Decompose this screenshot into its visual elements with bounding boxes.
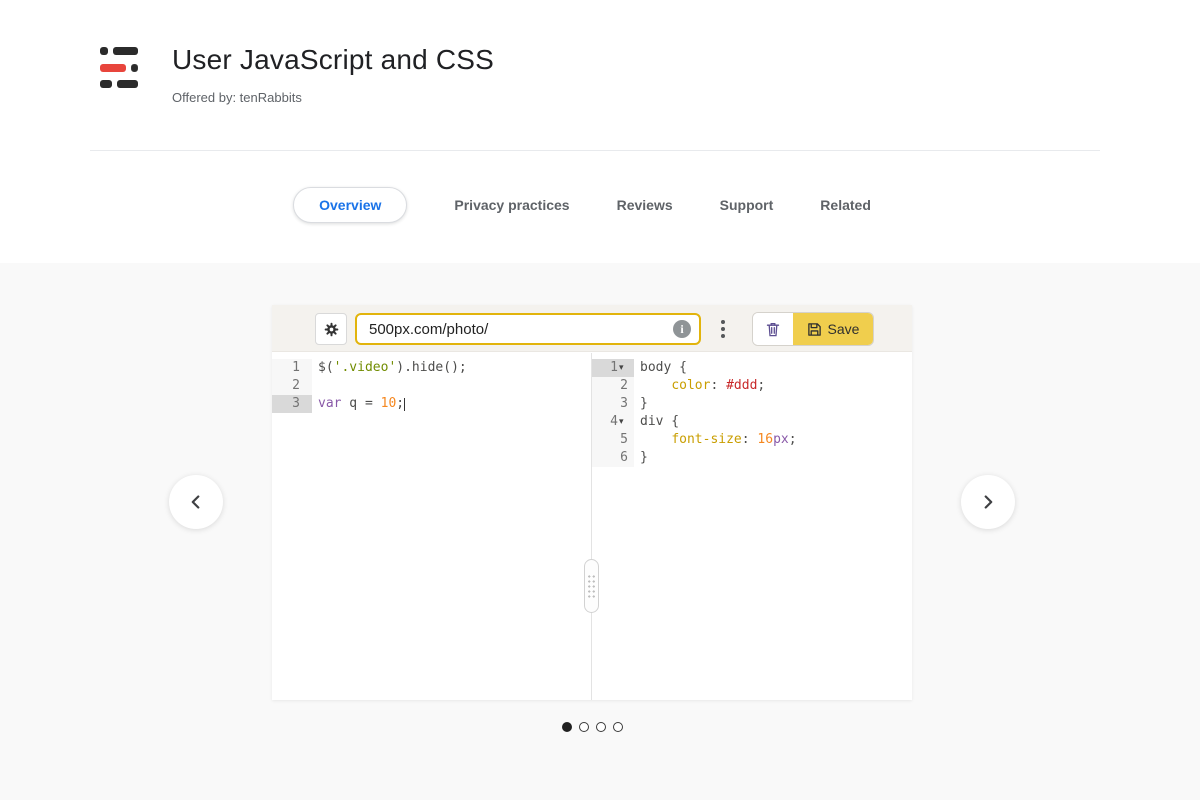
code-text: color: #ddd;	[671, 378, 766, 393]
line-number: 4 ▾	[592, 413, 634, 431]
code-line: 3}	[592, 395, 912, 413]
line-number: 1	[272, 359, 312, 377]
code-editors: 1 $('.video').hide(); 2 3 var q = 10; 1 ▾ body…	[272, 353, 912, 700]
tab-related[interactable]: Related	[820, 197, 871, 213]
code-text: var q = 10;	[318, 396, 406, 411]
pane-splitter-handle[interactable]	[584, 559, 599, 613]
code-line: 4 ▾ div {	[592, 413, 912, 431]
tab-bar: Overview Privacy practices Reviews Suppo…	[0, 187, 1164, 223]
fold-arrow-icon[interactable]: ▾	[619, 413, 628, 431]
url-input[interactable]	[355, 313, 701, 345]
line-number: 2	[592, 377, 634, 395]
extension-toolbar: i	[272, 305, 912, 352]
offered-by-text: Offered by: tenRabbits	[172, 90, 302, 105]
delete-button[interactable]	[753, 313, 793, 345]
line-number: 3	[592, 395, 634, 413]
floppy-icon	[807, 322, 821, 336]
carousel-dots	[272, 722, 912, 732]
delete-save-group: Save	[752, 312, 874, 346]
carousel-dot-2[interactable]	[578, 722, 589, 732]
settings-button[interactable]	[315, 313, 347, 345]
code-text: div {	[640, 414, 680, 429]
extension-title: User JavaScript and CSS	[172, 44, 495, 75]
extension-logo-icon	[100, 47, 140, 88]
kebab-icon	[721, 320, 725, 324]
line-number: 3	[272, 395, 312, 413]
info-icon[interactable]: i	[673, 320, 691, 338]
save-button[interactable]: Save	[793, 313, 873, 345]
header-divider	[90, 150, 1100, 151]
code-line: 5 font-size: 16px;	[592, 431, 912, 449]
save-button-label: Save	[827, 321, 860, 337]
previous-screenshot-button[interactable]	[169, 475, 223, 529]
grip-dots-icon	[587, 574, 596, 598]
tab-overview[interactable]: Overview	[293, 187, 408, 223]
carousel-dot-4[interactable]	[612, 722, 623, 732]
trash-icon	[766, 322, 780, 336]
fold-arrow-icon[interactable]: ▾	[619, 359, 628, 377]
code-line: 2 color: #ddd;	[592, 377, 912, 395]
line-number: 1 ▾	[592, 359, 634, 377]
code-line: 3 var q = 10;	[272, 395, 590, 413]
line-number: 5	[592, 431, 634, 449]
url-field-wrap: i	[355, 313, 701, 345]
code-line: 1 $('.video').hide();	[272, 359, 590, 377]
carousel-dot-1[interactable]	[561, 722, 572, 732]
code-text: body {	[640, 360, 687, 375]
code-line: 6}	[592, 449, 912, 467]
code-text: }	[640, 396, 648, 411]
code-text: }	[640, 450, 648, 465]
more-options-button[interactable]	[715, 316, 731, 342]
code-text: font-size: 16px;	[671, 432, 797, 447]
line-number: 2	[272, 377, 312, 395]
chevron-right-icon	[984, 495, 993, 509]
chrome-webstore-extension-page: User JavaScript and CSS Offered by: tenR…	[0, 0, 1200, 800]
javascript-editor[interactable]: 1 $('.video').hide(); 2 3 var q = 10;	[272, 353, 590, 700]
tab-reviews[interactable]: Reviews	[617, 197, 673, 213]
code-text: $('.video').hide();	[318, 360, 467, 375]
tab-privacy-practices[interactable]: Privacy practices	[454, 197, 569, 213]
code-line: 1 ▾ body {	[592, 359, 912, 377]
line-number: 6	[592, 449, 634, 467]
code-line: 2	[272, 377, 590, 395]
screenshot-image: i	[272, 305, 912, 700]
gear-icon	[324, 322, 338, 336]
next-screenshot-button[interactable]	[961, 475, 1015, 529]
css-editor[interactable]: 1 ▾ body {2 color: #ddd; 3} 4 ▾ div {5 font-si…	[592, 353, 912, 700]
tab-support[interactable]: Support	[720, 197, 774, 213]
screenshot-carousel-band: i	[0, 263, 1200, 800]
carousel-dot-3[interactable]	[595, 722, 606, 732]
chevron-left-icon	[191, 495, 200, 509]
